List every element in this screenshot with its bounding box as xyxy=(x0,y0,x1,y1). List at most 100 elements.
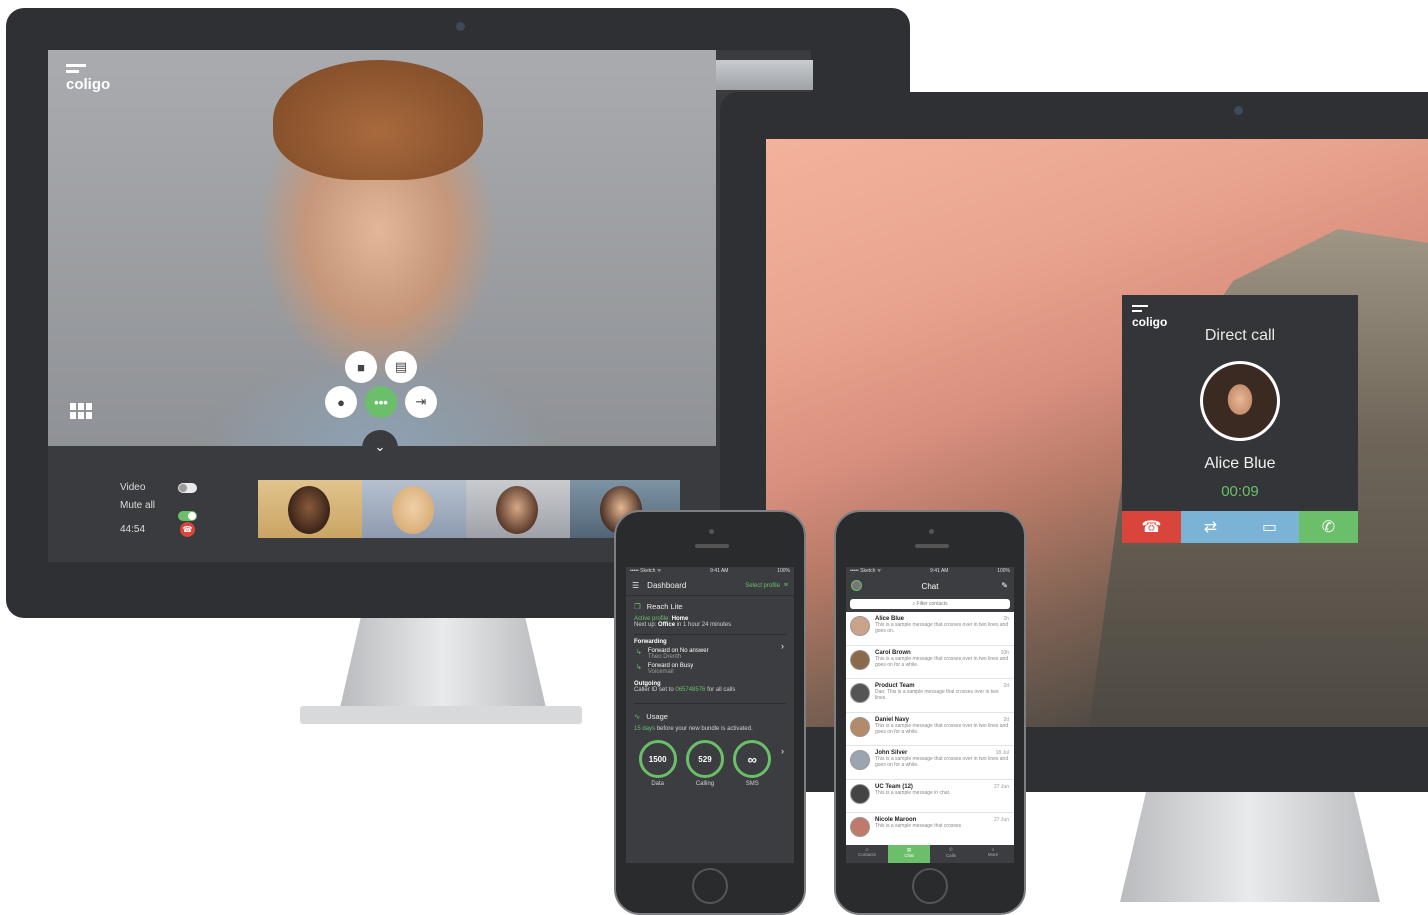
list-item[interactable]: Carol Brown This is a sample message tha… xyxy=(846,646,1014,679)
no-answer-icon: ↳ xyxy=(636,649,642,656)
call-timer: 00:09 xyxy=(1221,483,1259,500)
dashboard-screen: ••••• Sketch ᯤ 9:41 AM 100% ☰ Dashboard … xyxy=(626,567,794,863)
coligo-logo: coligo xyxy=(1132,305,1167,329)
participant-thumbnail[interactable] xyxy=(258,480,362,538)
end-call-button[interactable]: ☎ xyxy=(180,522,195,537)
caller-id: 065748576 xyxy=(675,687,706,693)
data-label: Data xyxy=(651,781,664,787)
plan-name: Reach Lite xyxy=(646,602,683,611)
list-item[interactable]: Daniel Navy This is a sample message tha… xyxy=(846,713,1014,746)
phone-camera xyxy=(709,529,714,534)
answer-icon: ✆ xyxy=(1321,519,1336,536)
compose-icon[interactable]: ✎ xyxy=(1001,581,1008,590)
dashboard-header: ☰ Dashboard Select profile ≡ xyxy=(626,576,794,596)
message-preview: This is a sample message that crosses ov… xyxy=(875,756,1009,768)
chat-header: Chat ✎ xyxy=(846,576,1014,596)
next-up-time: in 1 hour 24 minutes xyxy=(676,622,732,628)
hangup-button[interactable]: ☎ xyxy=(1122,511,1181,543)
tab-label: Contacts xyxy=(858,852,876,857)
chevron-right-icon: › xyxy=(781,746,784,756)
message-time: 2d xyxy=(1003,716,1009,723)
mute-all-toggle[interactable] xyxy=(178,511,197,521)
caller-avatar xyxy=(1200,361,1280,441)
tab-chat[interactable]: ▤ Chat xyxy=(888,845,930,863)
phone-dashboard: ••••• Sketch ᯤ 9:41 AM 100% ☰ Dashboard … xyxy=(614,510,806,915)
chat-button[interactable]: ▤ xyxy=(385,351,417,383)
message-time: 27 Jun xyxy=(993,783,1009,790)
profile-avatar[interactable] xyxy=(851,580,862,591)
battery: 100% xyxy=(777,568,790,574)
select-profile-link[interactable]: Select profile xyxy=(745,583,780,589)
mute-button[interactable]: ● xyxy=(325,386,357,418)
monitor-stand xyxy=(1120,792,1380,902)
group-avatar xyxy=(850,783,870,804)
tab-label: Chat xyxy=(904,853,914,858)
share-button[interactable]: ⇥ xyxy=(405,386,437,418)
participant-thumbnail[interactable] xyxy=(466,480,570,538)
list-item[interactable]: John Silver This is a sample message tha… xyxy=(846,746,1014,780)
filter-contacts-input[interactable]: ⌕ Filter contacts xyxy=(850,599,1010,609)
next-up-label: Next up: xyxy=(634,622,657,628)
settings-icon[interactable]: ≡ xyxy=(784,582,788,589)
message-preview: Dan: This is a sample message that cross… xyxy=(875,689,999,701)
clock: 9:41 AM xyxy=(930,568,949,574)
answer-button[interactable]: ✆ xyxy=(1299,511,1358,543)
video-toggle-label: Video xyxy=(120,482,146,493)
call-title: Direct call xyxy=(1204,327,1276,344)
product-showcase: coligo ■ ▤ ● ••• ⇥ Video Mute all 44:54 … xyxy=(0,0,1428,915)
video-toggle[interactable] xyxy=(178,483,197,493)
menu-icon[interactable]: ☰ xyxy=(632,581,639,590)
sms-label: SMS xyxy=(745,781,759,787)
page-title: Dashboard xyxy=(647,581,687,590)
more-button[interactable]: ••• xyxy=(365,386,397,418)
usage-title: Usage xyxy=(646,712,668,721)
usage-section[interactable]: ∿ Usage 15 days before your new bundle i… xyxy=(634,703,786,787)
switch-device-icon: ▭ xyxy=(1261,519,1278,536)
avatar xyxy=(850,649,870,670)
home-button[interactable] xyxy=(912,868,948,904)
clock: 9:41 AM xyxy=(710,568,729,574)
sms-value: ∞ xyxy=(733,740,772,778)
message-time: 18 Jul xyxy=(995,750,1009,756)
hangup-icon: ☎ xyxy=(1141,519,1162,536)
forwarding-title: Forwarding xyxy=(634,639,667,645)
webcam xyxy=(1234,106,1243,115)
calling-label: Calling xyxy=(695,781,715,787)
video-call-window: coligo ■ ▤ ● ••• ⇥ Video Mute all 44:54 … xyxy=(48,50,716,562)
tab-contacts[interactable]: ☺ Contacts xyxy=(846,845,888,863)
tab-more[interactable]: ≡ More xyxy=(972,845,1014,863)
battery: 100% xyxy=(997,568,1010,574)
caller-name: Alice Blue xyxy=(1204,455,1276,472)
next-up-profile: Office xyxy=(658,622,676,628)
phone-chat: ••••• Sketch ᯤ 9:41 AM 100% Chat ✎ ⌕ Fil… xyxy=(834,510,1026,915)
tab-label: Calls xyxy=(945,853,956,858)
list-item[interactable]: Alice Blue This is a sample message that… xyxy=(846,612,1014,646)
video-button[interactable]: ■ xyxy=(345,351,377,383)
busy-icon: ↳ xyxy=(636,664,642,671)
grid-view-icon[interactable] xyxy=(70,403,92,419)
forwarding-section[interactable]: Forwarding › ↳ Forward on No answer Theo… xyxy=(634,634,786,693)
coligo-logo: coligo xyxy=(66,64,110,93)
list-item[interactable]: Nicole Maroon This is a sample message t… xyxy=(846,813,1014,847)
message-preview: This is a sample message that crosses ov… xyxy=(875,722,1009,735)
status-bar: ••••• Sketch ᯤ 9:41 AM 100% xyxy=(846,567,1014,576)
transfer-icon: ⇄ xyxy=(1203,519,1218,536)
calling-meter: 529 Calling xyxy=(685,740,724,787)
outgoing-prefix: Caller ID set to xyxy=(634,687,674,693)
chat-icon: ▤ xyxy=(394,359,408,374)
participant-thumbnail[interactable] xyxy=(362,480,466,538)
message-preview: This is a sample message that crosses ov… xyxy=(875,655,1009,668)
transfer-button[interactable]: ⇄ xyxy=(1181,511,1240,543)
share-icon: ⇥ xyxy=(415,394,427,409)
monitor-foot xyxy=(300,706,582,724)
chevron-right-icon: › xyxy=(781,641,784,651)
calling-value: 529 xyxy=(685,740,724,778)
collapse-button[interactable]: ⌄ xyxy=(362,430,398,466)
phone-camera xyxy=(929,529,934,534)
tab-calls[interactable]: ✆ Calls xyxy=(930,845,972,863)
home-button[interactable] xyxy=(692,868,728,904)
switch-device-button[interactable]: ▭ xyxy=(1240,511,1299,543)
list-item[interactable]: Product Team Dan: This is a sample messa… xyxy=(846,679,1014,713)
video-icon: ■ xyxy=(357,359,365,375)
list-item[interactable]: UC Team (12) This is a sample message in… xyxy=(846,780,1014,813)
